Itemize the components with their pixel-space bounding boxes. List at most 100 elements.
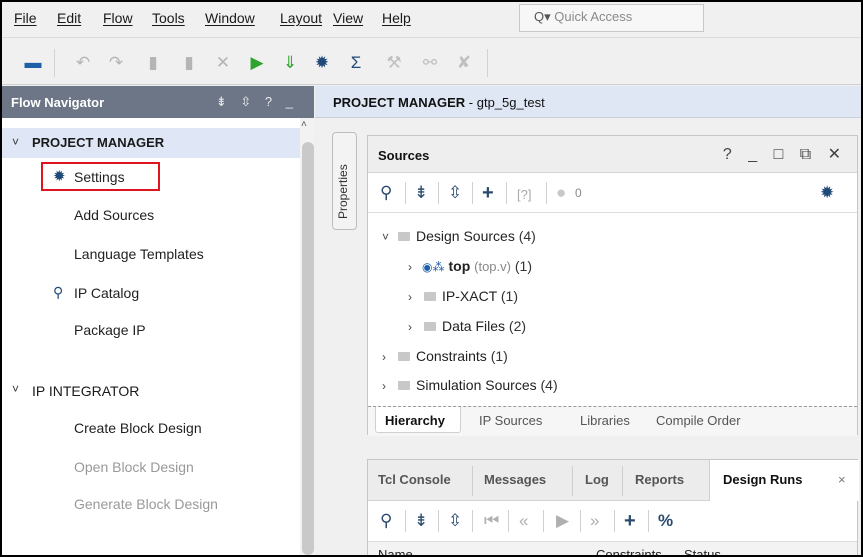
disabled-tool-icon[interactable]: ⚯ [419,53,441,73]
nav-language-templates[interactable]: Language Templates [74,246,204,262]
menu-window[interactable]: Window [205,10,255,26]
open-folder-icon[interactable]: ▬ [22,53,44,73]
tree-top[interactable]: › ◉⁂ top (top.v) (1) [408,258,532,274]
tree-count: (1) [500,288,518,304]
run-icon[interactable]: ▶ [246,53,268,73]
undo-icon[interactable]: ↶ [72,53,94,73]
percent-icon[interactable]: % [658,511,673,531]
redo-icon[interactable]: ↷ [105,53,127,73]
sources-panel: Sources ? _ □ ⧉ ✕ ⚲ ⇟ ⇳ + [?] ● 0 ✹ ˅ Des… [367,135,858,436]
tab-ip-sources[interactable]: IP Sources [479,413,542,428]
flow-navigator-header: Flow Navigator ⇟ ⇳ ? _ [2,86,314,118]
gear-icon[interactable]: ✹ [311,53,333,73]
toolbar-separator [648,510,649,532]
tab-messages[interactable]: Messages [484,472,546,487]
folder-icon [398,352,410,361]
disabled-tool-icon[interactable]: ✘ [453,53,475,73]
flow-navigator-header-icons[interactable]: ⇟ ⇳ ? _ [216,94,298,110]
column-constraints[interactable]: Constraints [596,547,662,555]
chevron-right-icon: › [408,290,412,304]
tree-data-files[interactable]: › Data Files (2) [408,318,526,334]
menu-flow[interactable]: Flow [103,10,133,26]
highlight-box [41,162,160,191]
chevron-down-icon[interactable]: ˅ [12,135,19,149]
tree-constraints[interactable]: › Constraints (1) [382,348,508,364]
chevron-right-icon: › [408,320,412,334]
tree-design-sources[interactable]: ˅ Design Sources (4) [382,228,536,244]
bottom-tabs: Tcl Console Messages Log Reports Design … [368,460,859,501]
nav-add-sources[interactable]: Add Sources [74,207,154,223]
tab-separator [622,466,623,496]
search-icon[interactable]: ⚲ [380,183,392,203]
tab-tcl-console[interactable]: Tcl Console [378,472,451,487]
column-status[interactable]: Status [684,547,721,555]
vivado-window: File Edit Flow Tools Window Layout View … [2,2,861,555]
previous-icon[interactable]: « [519,511,528,531]
copy-icon[interactable]: ▮ [142,53,164,73]
panel-window-controls[interactable]: ? _ □ ⧉ ✕ [723,144,847,164]
scrollbar-thumb[interactable] [302,142,314,555]
first-icon[interactable]: ⏮ [484,511,499,531]
tab-hierarchy[interactable]: Hierarchy [375,407,461,433]
tab-design-runs[interactable]: Design Runs × [709,460,859,501]
toolbar-separator [405,182,406,204]
menu-tools[interactable]: Tools [152,10,185,26]
menu-view[interactable]: View [333,10,363,26]
last-icon[interactable]: » [590,511,599,531]
program-device-icon[interactable]: ⇓ [279,53,301,73]
tab-compile-order[interactable]: Compile Order [656,413,741,428]
menu-edit[interactable]: Edit [57,10,81,26]
collapse-all-icon[interactable]: ⇟ [414,511,428,531]
toolbar-separator [580,510,581,532]
project-manager-header: PROJECT MANAGER - gtp_5g_test [315,86,861,118]
section-ip-integrator[interactable]: IP INTEGRATOR [32,383,139,399]
tab-reports[interactable]: Reports [635,472,684,487]
next-icon[interactable]: ▶ [556,511,569,531]
nav-create-block-design[interactable]: Create Block Design [74,420,202,436]
plug-icon: ⚲ [53,284,64,300]
properties-icon[interactable]: [?] [517,185,531,205]
tree-count: (4) [518,228,536,244]
nav-generate-block-design[interactable]: Generate Block Design [74,496,218,512]
quick-access-search[interactable]: Q▾ Quick Access [519,4,704,32]
design-runs-column-header: Name Constraints Status [368,541,857,555]
paste-icon[interactable]: ▮ [178,53,200,73]
toolbar-separator [487,49,488,77]
add-icon[interactable]: + [482,183,494,203]
expand-all-icon[interactable]: ⇳ [448,511,462,531]
scroll-up-icon[interactable]: ˄ [301,119,307,130]
search-icon[interactable]: ⚲ [380,511,392,531]
tree-count: (1) [490,348,508,364]
expand-all-icon[interactable]: ⇳ [448,183,462,203]
quick-access-placeholder: Quick Access [554,9,633,24]
gear-icon[interactable]: ✹ [820,183,834,203]
toolbar-separator [405,510,406,532]
toolbar-separator [438,510,439,532]
chevron-down-icon[interactable]: ˅ [12,382,19,396]
collapse-all-icon[interactable]: ⇟ [414,183,428,203]
sigma-icon[interactable]: Σ [345,53,367,73]
folder-icon [398,381,410,390]
nav-ip-catalog[interactable]: IP Catalog [74,285,139,301]
close-icon[interactable]: × [838,472,846,487]
column-name[interactable]: Name [378,547,413,555]
toolbar-separator [614,510,615,532]
menu-file[interactable]: File [14,10,37,26]
menu-help[interactable]: Help [382,10,411,26]
tab-log[interactable]: Log [585,472,609,487]
tab-libraries[interactable]: Libraries [580,413,630,428]
menu-bar: File Edit Flow Tools Window Layout View … [2,2,861,38]
disabled-tool-icon[interactable]: ⚒ [383,53,405,73]
nav-package-ip[interactable]: Package IP [74,322,146,338]
menu-layout[interactable]: Layout [280,10,322,26]
properties-tab[interactable]: Properties [332,132,357,230]
tree-ip-xact[interactable]: › IP-XACT (1) [408,288,518,304]
delete-icon[interactable]: ✕ [212,53,234,73]
toolbar-separator [546,182,547,204]
nav-open-block-design[interactable]: Open Block Design [74,459,194,475]
error-indicator-icon[interactable]: ● [556,183,566,203]
section-project-manager[interactable]: PROJECT MANAGER [32,135,164,150]
add-icon[interactable]: + [624,511,636,531]
tree-simulation-sources[interactable]: › Simulation Sources (4) [382,377,558,393]
sources-tabs: Hierarchy IP Sources Libraries Compile O… [368,406,857,436]
